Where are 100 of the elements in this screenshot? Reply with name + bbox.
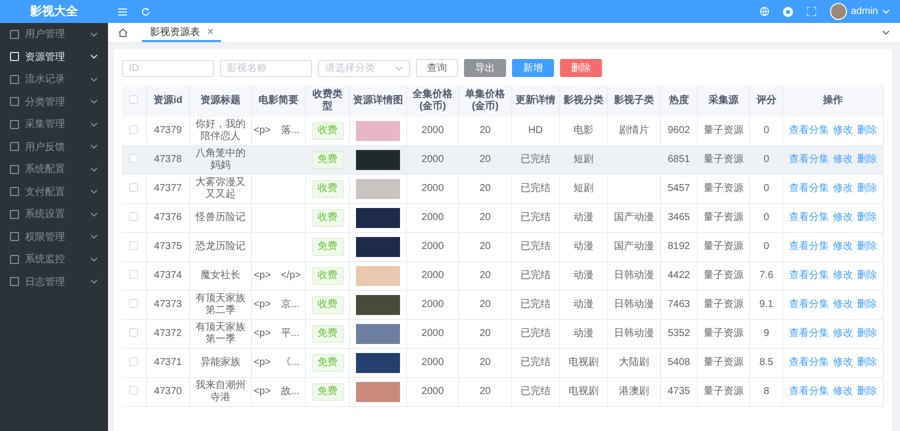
row-action-link[interactable]: 查看分集 [789,183,830,195]
row-action-link[interactable]: 修改 [833,357,854,369]
checkbox[interactable] [129,356,138,366]
menu-item-icon [10,30,19,39]
table-cell: 有顶天家族第二季 [190,290,252,320]
table-cell: 20 [458,204,512,232]
checkbox[interactable] [129,328,138,336]
name-field[interactable]: 影视名称 [220,60,312,76]
row-action-link[interactable]: 删除 [857,357,878,369]
table-cell: 47378 [146,146,190,174]
sidebar-item[interactable]: 用户反馈 [0,136,108,158]
chevron-down-icon [90,189,98,194]
action-button[interactable]: 查询 [416,59,458,77]
column-header: 资源id [146,85,190,117]
sidebar-item[interactable]: 日志管理 [0,270,108,293]
menu-item-icon [10,52,19,62]
row-action-link[interactable]: 删除 [857,299,878,311]
table-cell: 已完结 [511,320,560,348]
row-action-link[interactable]: 查看分集 [789,270,830,282]
sidebar-item[interactable]: 采集管理 [0,113,108,136]
user-name[interactable]: admin [850,6,878,17]
fullscreen-icon[interactable] [806,7,816,16]
row-action-link[interactable]: 修改 [833,125,854,137]
checkbox[interactable] [129,182,138,192]
checkbox[interactable] [129,124,138,134]
sidebar-item[interactable]: 系统设置 [0,203,108,226]
table-cell: 已完结 [511,378,560,406]
row-action-link[interactable]: 查看分集 [789,328,830,340]
row-action-link[interactable]: 查看分集 [789,212,830,224]
row-action-link[interactable]: 删除 [857,386,878,398]
table-cell: 恐龙历险记 [190,232,252,262]
sidebar-item[interactable]: 系统监控 [0,248,108,270]
category-select[interactable]: 请选择分类 [318,60,410,76]
table-cell: 已完结 [511,204,560,232]
checkbox[interactable] [129,94,138,104]
table-cell: 2000 [406,320,459,348]
row-action-link[interactable]: 查看分集 [789,241,830,253]
globe-icon[interactable] [760,7,769,16]
row-action-link[interactable]: 删除 [857,183,878,195]
row-action-link[interactable]: 查看分集 [789,357,830,369]
row-action-link[interactable]: 修改 [833,328,854,340]
row-action-link[interactable]: 删除 [857,125,878,137]
checkbox[interactable] [129,240,138,250]
row-action-link[interactable]: 修改 [833,154,854,166]
row-action-link[interactable]: 修改 [833,386,854,398]
checkbox[interactable] [129,298,138,308]
menu-item-icon [10,187,19,196]
row-action-link[interactable]: 修改 [833,212,854,224]
sidebar-item[interactable]: 分类管理 [0,90,108,113]
table-cell: 3465 [660,204,698,232]
sidebar-item[interactable]: 资源管理 [0,46,108,68]
checkbox[interactable] [129,386,138,394]
close-icon[interactable] [208,29,213,34]
table-cell: 5408 [660,348,698,378]
row-action-link[interactable]: 修改 [833,241,854,253]
row-action-link[interactable]: 删除 [857,212,878,224]
refresh-icon[interactable] [141,7,150,16]
tab[interactable]: 影视资源表 [142,23,221,42]
row-action-link[interactable]: 修改 [833,299,854,311]
row-action-link[interactable]: 删除 [857,154,878,166]
action-button[interactable]: 新增 [512,59,554,77]
menu-item-icon [10,142,19,152]
chevron-down-icon [90,212,98,217]
table-cell: 7463 [660,290,698,320]
fee-tag: 收费 [312,267,344,285]
table-cell: 6851 [660,146,698,174]
chevron-down-icon [90,76,98,82]
menu-item-icon [10,232,19,242]
sidebar-item[interactable]: 权限管理 [0,226,108,248]
sidebar-item[interactable]: 流水记录 [0,68,108,90]
action-button[interactable]: 删除 [560,59,602,77]
sidebar-item[interactable]: 用户管理 [0,23,108,46]
row-action-link[interactable]: 删除 [857,328,878,340]
menu-icon[interactable] [118,8,127,16]
row-action-link[interactable]: 修改 [833,270,854,282]
circle-icon[interactable] [782,6,793,16]
checkbox[interactable] [129,154,138,162]
table-cell: 2000 [406,348,459,378]
table-cell: 有顶天家族第一季 [190,320,252,348]
row-action-link[interactable]: 查看分集 [789,154,830,166]
row-action-link[interactable]: 删除 [857,270,878,282]
table-cell: 7.6 [750,262,783,290]
sidebar-item[interactable]: 系统配置 [0,158,108,180]
avatar[interactable] [830,3,847,20]
checkbox[interactable] [129,270,138,278]
row-action-link[interactable]: 修改 [833,183,854,195]
row-action-link[interactable]: 查看分集 [789,386,830,398]
table-cell: 日韩动漫 [608,290,660,320]
row-action-link[interactable]: 删除 [857,241,878,253]
row-action-link[interactable]: 查看分集 [789,125,830,137]
row-action-link[interactable]: 查看分集 [789,299,830,311]
table-cell: 47376 [146,204,190,232]
action-button[interactable]: 导出 [464,59,506,77]
chevron-down-icon [395,66,403,70]
id-field[interactable]: ID [122,60,214,76]
home-icon[interactable] [118,28,128,37]
table-cell: 已完结 [511,262,560,290]
sidebar-item[interactable]: 支付配置 [0,180,108,203]
table-cell: 异能家族 [190,348,252,378]
checkbox[interactable] [129,212,138,220]
